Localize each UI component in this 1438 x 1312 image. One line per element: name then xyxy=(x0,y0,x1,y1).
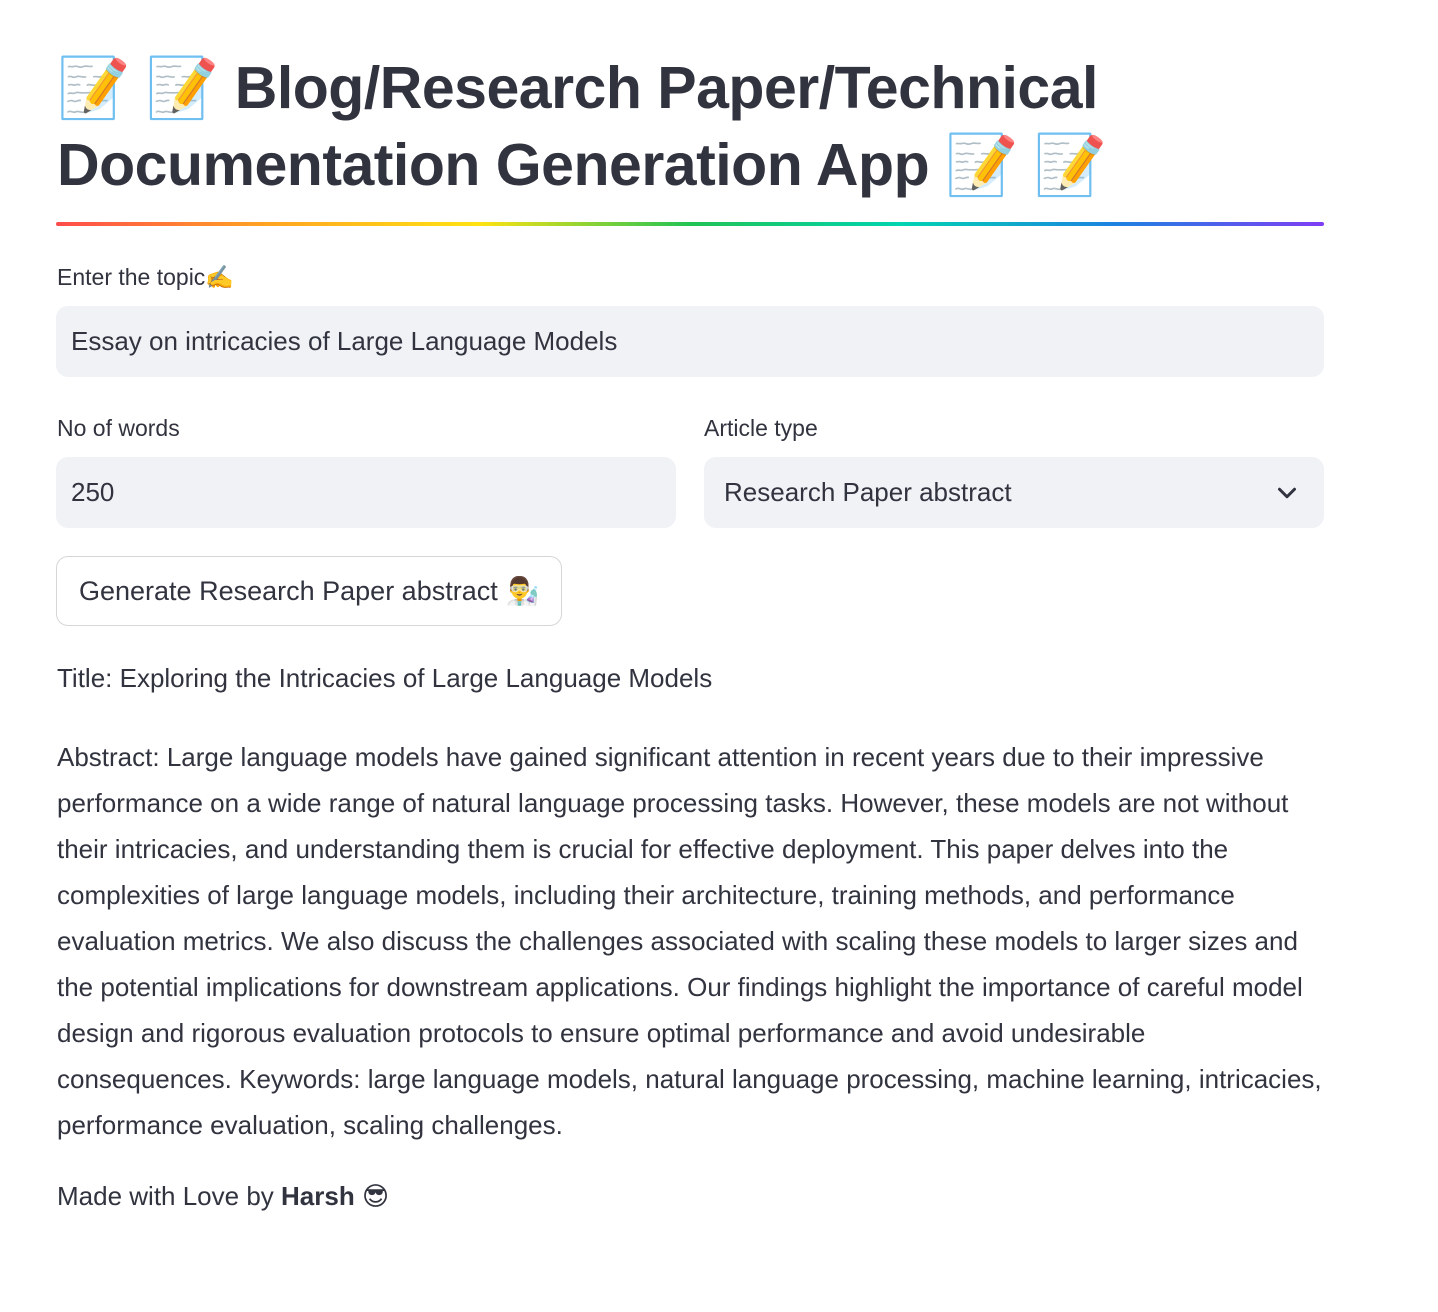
output-title: Title: Exploring the Intricacies of Larg… xyxy=(57,663,713,693)
article-type-select[interactable]: Research Paper abstract xyxy=(704,457,1324,528)
topic-label: Enter the topic✍️ xyxy=(57,264,234,290)
footer-author: Harsh xyxy=(281,1181,355,1211)
words-label: No of words xyxy=(57,415,180,441)
page-title: 📝 📝 Blog/Research Paper/Technical Docume… xyxy=(57,50,1324,204)
words-input-value: 250 xyxy=(71,477,115,507)
footer: Made with Love by Harsh 😎 xyxy=(57,1178,1327,1214)
footer-prefix: Made with Love by xyxy=(57,1181,274,1211)
scientist-emoji-icon: 👨‍🔬 xyxy=(505,576,540,606)
title-emoji-suffix: 📝 📝 xyxy=(945,132,1107,198)
title-emoji-prefix: 📝 📝 xyxy=(57,55,219,121)
output-abstract: Abstract: Large language models have gai… xyxy=(57,742,1322,1140)
rainbow-divider xyxy=(56,222,1324,226)
words-input[interactable]: 250 xyxy=(56,457,676,528)
generate-button-label: Generate Research Paper abstract xyxy=(79,575,498,606)
generate-button[interactable]: Generate Research Paper abstract 👨‍🔬 xyxy=(56,556,563,626)
article-type-label: Article type xyxy=(704,415,818,441)
sunglasses-emoji-icon: 😎 xyxy=(361,1181,390,1211)
chevron-down-icon[interactable] xyxy=(1272,478,1302,508)
topic-input[interactable]: Essay on intricacies of Large Language M… xyxy=(56,306,1324,377)
topic-input-value: Essay on intricacies of Large Language M… xyxy=(71,326,618,356)
article-type-selected: Research Paper abstract xyxy=(724,477,1012,507)
